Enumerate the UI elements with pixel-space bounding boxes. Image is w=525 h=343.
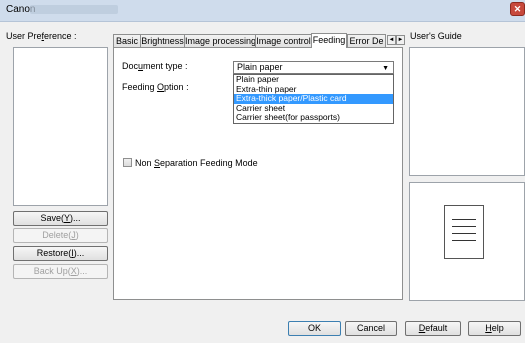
ok-button[interactable]: OK — [288, 321, 341, 336]
restore-button[interactable]: Restore(I)... — [13, 246, 108, 261]
feeding-option-label: Feeding Option : — [122, 82, 189, 92]
non-separation-label[interactable]: Non Separation Feeding Mode — [135, 158, 258, 168]
tab-error-detection[interactable]: Error De — [347, 34, 386, 47]
help-button[interactable]: Help — [468, 321, 521, 336]
cancel-button[interactable]: Cancel — [345, 321, 397, 336]
tab-scroll-right-icon[interactable]: ► — [396, 35, 405, 45]
document-type-combo[interactable]: Plain paper ▼ — [233, 61, 394, 74]
tab-image-control[interactable]: Image control — [255, 34, 312, 47]
tab-brightness[interactable]: Brightness — [140, 34, 185, 47]
default-button[interactable]: Default — [405, 321, 461, 336]
user-preference-label: User Preference : — [6, 31, 77, 41]
save-button[interactable]: Save(Y)... — [13, 211, 108, 226]
document-icon — [444, 205, 484, 259]
tab-image-processing[interactable]: Image processing — [184, 34, 256, 47]
document-type-dropdown: Plain paper Extra-thin paper Extra-thick… — [233, 74, 394, 124]
chevron-down-icon[interactable]: ▼ — [382, 63, 389, 74]
tab-scroll-left-icon[interactable]: ◄ — [387, 35, 396, 45]
tab-basic[interactable]: Basic — [113, 34, 141, 47]
document-type-label: Document type : — [122, 61, 188, 71]
tab-feeding[interactable]: Feeding — [311, 33, 347, 48]
user-guide-panel — [409, 47, 525, 176]
close-button[interactable]: ✕ — [510, 2, 525, 16]
user-preference-list[interactable] — [13, 47, 108, 206]
user-guide-label: User's Guide — [410, 31, 462, 41]
non-separation-checkbox[interactable] — [123, 158, 132, 167]
title-bar[interactable]: Canon ✕ — [0, 0, 525, 22]
scanner-settings-dialog: Canon ✕ User Preference : Save(Y)... Del… — [0, 0, 525, 343]
document-type-value: Plain paper — [237, 62, 283, 72]
window-title-redacted — [30, 5, 118, 14]
delete-button[interactable]: Delete(J) — [13, 228, 108, 243]
dropdown-option-carrier-sheet-passports[interactable]: Carrier sheet(for passports) — [234, 113, 393, 123]
backup-button[interactable]: Back Up(X)... — [13, 264, 108, 279]
